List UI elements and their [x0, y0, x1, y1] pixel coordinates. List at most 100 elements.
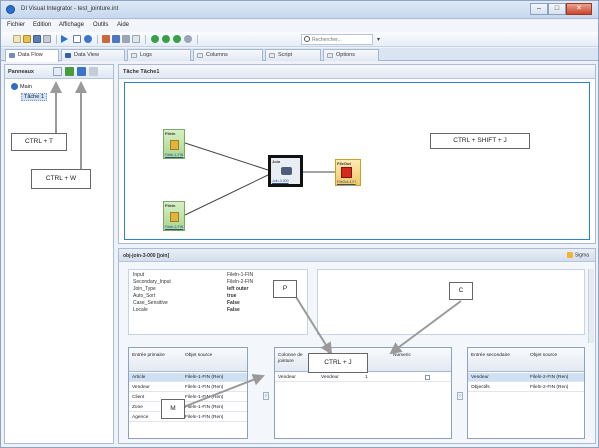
column-header[interactable]: Numeric — [393, 353, 411, 359]
callout-c: C — [449, 282, 473, 300]
callout-ctrl-j: CTRL + J — [308, 353, 368, 373]
table-row[interactable]: Vendeur Fileln-2-FIN (Ren) — [468, 373, 584, 382]
node-sublabel[interactable]: Fileln-2-FIN — [165, 225, 183, 229]
node-sublabel[interactable]: Join-3-000 — [272, 179, 289, 183]
join-node[interactable]: Join Join-3-000 — [268, 155, 303, 187]
search-input[interactable] — [312, 36, 372, 44]
table-row[interactable]: Client Fileln-1-FIN (Ren) — [129, 393, 247, 402]
property-value[interactable]: False — [227, 307, 307, 313]
cell: Fileln-2-FIN (Ren) — [530, 385, 569, 390]
tree-root-label: Main — [20, 83, 32, 90]
tree-child-task[interactable]: Tâche 1 — [21, 93, 47, 101]
output-node[interactable]: FileOut FileOut-4-FI — [335, 159, 361, 186]
property-grid: Input Fileln-1-FIN Secondary_Input Filel… — [128, 269, 308, 335]
print-icon[interactable] — [43, 35, 51, 43]
cut-icon[interactable] — [102, 35, 110, 43]
callout-ctrl-shift-j: CTRL + SHIFT + J — [430, 133, 530, 149]
new-task-icon[interactable] — [53, 67, 62, 76]
description-box — [317, 269, 585, 335]
view-tabs: Data Flow Data View Logs Columns Script … — [1, 48, 598, 62]
output-file-icon — [341, 167, 352, 178]
column-header[interactable]: Entrée primaire — [132, 353, 172, 359]
arrow-left-icon[interactable] — [151, 35, 159, 43]
callout-p: P — [273, 280, 297, 298]
flow-canvas[interactable]: Fileln Fileln-1-FIN Fileln Fileln-2-FIN … — [124, 82, 590, 240]
table-row[interactable]: Vendeur Vendeur 1 — [275, 373, 451, 382]
tab-label: Columns — [206, 52, 228, 58]
menu-outils[interactable]: Outils — [93, 22, 108, 28]
paste-icon[interactable] — [132, 35, 140, 43]
toolbar-separator — [56, 35, 57, 44]
column-header[interactable]: Objet source — [530, 353, 557, 359]
menu-affichage[interactable]: Affichage — [59, 22, 84, 28]
tab-data-view[interactable]: Data View — [61, 49, 125, 61]
column-header[interactable]: Entrée secondaire — [471, 353, 511, 359]
callout-m: M — [161, 399, 185, 419]
table-row[interactable]: Article Fileln-1-FIN (Ren) — [129, 373, 247, 382]
tab-data-flow[interactable]: Data Flow — [5, 49, 59, 62]
open-folder-icon[interactable] — [23, 35, 31, 43]
connector-line — [184, 142, 269, 171]
sigma-button[interactable]: Sigma — [566, 252, 589, 258]
title-bar: DI Visual Integrator - test_jointure.int… — [1, 1, 598, 19]
cell: Fileln-1-FIN (Ren) — [185, 385, 224, 390]
minimize-button[interactable]: – — [530, 3, 548, 15]
menu-edition[interactable]: Edition — [33, 22, 51, 28]
undo-icon[interactable] — [112, 35, 120, 43]
menu-fichier[interactable]: Fichier — [7, 22, 25, 28]
source-node-2[interactable]: Fileln Fileln-2-FIN — [163, 201, 185, 231]
node-sublabel[interactable]: FileOut-4-FI — [337, 180, 356, 184]
data-view-icon — [65, 53, 71, 58]
new-file-icon[interactable] — [13, 35, 21, 43]
tab-columns[interactable]: Columns — [193, 49, 263, 61]
arrow-right-icon[interactable] — [173, 35, 181, 43]
cell: Vendeur — [132, 385, 150, 390]
callout-ctrl-w: CTRL + W — [31, 169, 91, 189]
source-node-1[interactable]: Fileln Fileln-1-FIN — [163, 129, 185, 159]
run-icon[interactable] — [61, 35, 68, 43]
add-node-icon[interactable] — [65, 67, 74, 76]
tab-label: Script — [278, 52, 293, 58]
remove-item-icon[interactable] — [89, 67, 98, 76]
table-row[interactable]: Vendeur Fileln-1-FIN (Ren) — [129, 383, 247, 392]
connector-line — [184, 174, 269, 216]
arrow-up-icon[interactable] — [162, 35, 170, 43]
numeric-checkbox[interactable] — [425, 375, 430, 380]
properties-panel: obj-join-3-000 [join] Sigma Input Fileln… — [118, 248, 596, 444]
columns-icon — [197, 53, 203, 58]
tab-script[interactable]: Script — [265, 49, 321, 61]
search-dropdown-icon[interactable]: ▾ — [377, 36, 380, 43]
move-right-button[interactable]: › — [263, 392, 269, 400]
cell: Article — [132, 375, 146, 380]
link-icon[interactable] — [184, 35, 192, 43]
app-window: DI Visual Integrator - test_jointure.int… — [0, 0, 599, 448]
close-button[interactable]: ✕ — [566, 3, 592, 15]
tab-options[interactable]: Options — [323, 49, 379, 61]
column-header[interactable]: Objet source — [185, 353, 212, 359]
cell: Fileln-1-FIN (Ren) — [185, 375, 224, 380]
vertical-scrollbar[interactable] — [588, 269, 594, 343]
properties-header: obj-join-3-000 [join] Sigma — [119, 249, 595, 262]
tree-root[interactable]: Main — [11, 83, 32, 90]
maximize-button[interactable]: □ — [548, 3, 566, 15]
table-row[interactable]: Zone Fileln-1-FIN (Ren) — [129, 403, 247, 412]
move-left-button[interactable]: ‹ — [457, 392, 463, 400]
menu-aide[interactable]: Aide — [117, 22, 129, 28]
cell: Vendeur — [471, 375, 489, 380]
refresh-icon[interactable] — [84, 35, 92, 43]
add-item-icon[interactable] — [77, 67, 86, 76]
save-icon[interactable] — [33, 35, 41, 43]
tab-logs[interactable]: Logs — [127, 49, 191, 61]
search-box[interactable] — [301, 34, 373, 45]
cell: Fileln-1-FIN (Ren) — [185, 415, 224, 420]
property-value[interactable]: False — [227, 300, 307, 306]
tab-label: Data Flow — [18, 52, 43, 58]
grid-header: Entrée secondaire Objet source — [468, 348, 584, 372]
table-row[interactable]: Agence Fileln-1-FIN (Ren) — [129, 413, 247, 422]
search-icon — [304, 36, 310, 42]
table-row[interactable]: Objectifs Fileln-2-FIN (Ren) — [468, 383, 584, 392]
copy-icon[interactable] — [122, 35, 130, 43]
node-sublabel[interactable]: Fileln-1-FIN — [165, 153, 183, 157]
stop-icon[interactable] — [73, 35, 81, 43]
property-value[interactable]: Fileln-1-FIN — [227, 272, 307, 278]
